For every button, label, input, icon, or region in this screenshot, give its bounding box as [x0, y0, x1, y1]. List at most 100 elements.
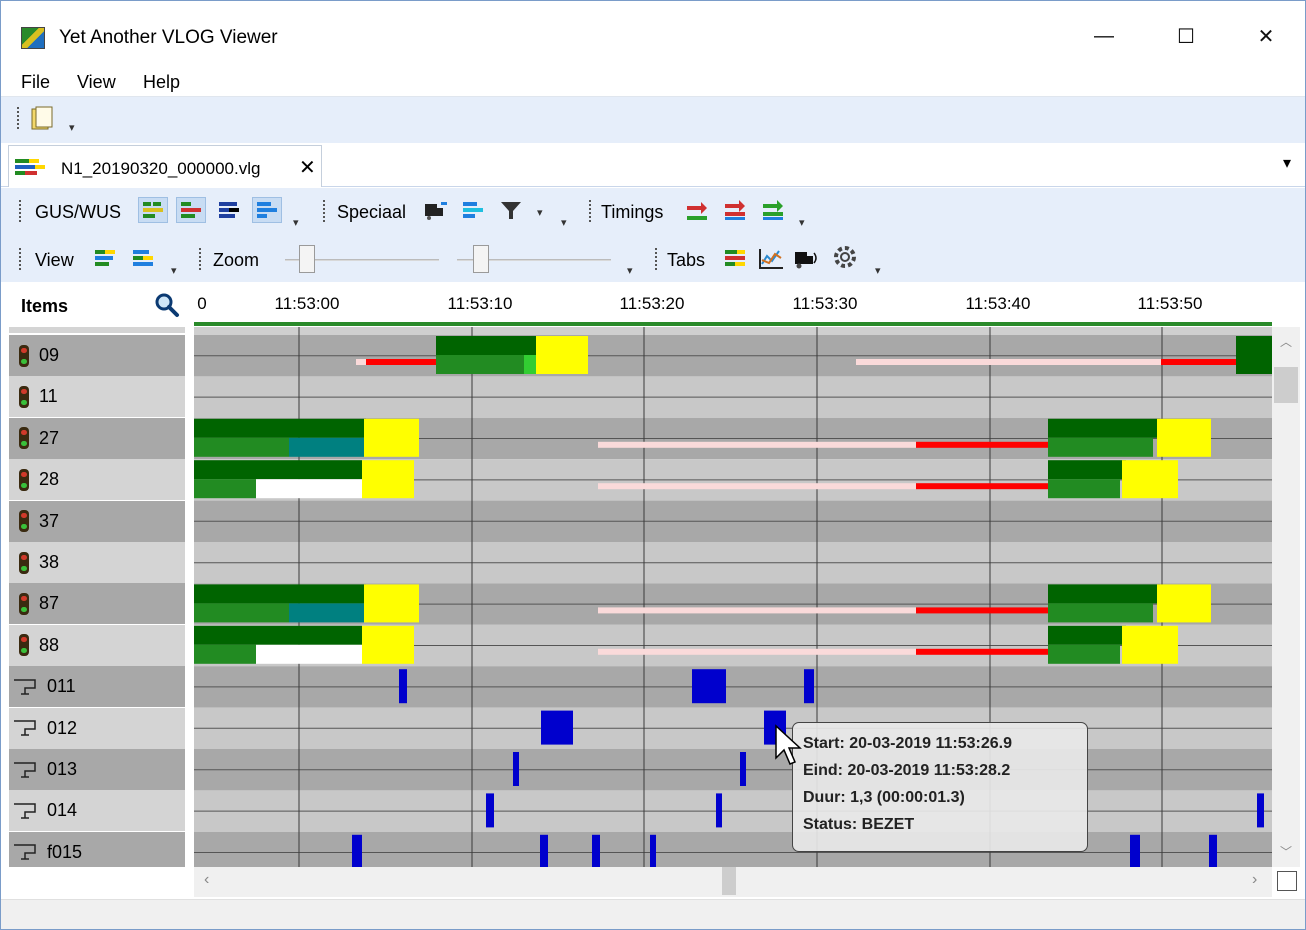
toolbar-grip[interactable] [17, 107, 21, 129]
view-bars-icon[interactable] [91, 246, 119, 270]
horizontal-scroll-thumb[interactable] [722, 867, 736, 895]
timing-red-arrow-icon[interactable] [721, 198, 749, 222]
menu-help[interactable]: Help [143, 72, 180, 93]
gus-wus-blue-icon[interactable] [215, 198, 243, 222]
time-tick-label: 11:53:40 [965, 294, 1031, 313]
toolbar-grip[interactable] [199, 248, 203, 270]
toolbar-grip[interactable] [19, 200, 23, 222]
traffic-light-icon [19, 344, 29, 367]
teal-phase-bar [289, 437, 364, 457]
scroll-right-icon[interactable]: › [1252, 871, 1257, 889]
timing-green-arrow-icon[interactable] [683, 198, 711, 222]
toolbar-grip[interactable] [323, 200, 327, 222]
group-label-zoom: Zoom [213, 250, 260, 270]
detector-pulse [540, 834, 548, 867]
item-row-partial [9, 327, 185, 333]
chevron-down-icon[interactable]: ▾ [875, 264, 881, 277]
detector-pulse [1209, 834, 1217, 867]
gus-wus-detail-icon[interactable] [252, 197, 282, 223]
detector-icon [13, 761, 37, 779]
red-interval-bar [916, 441, 1048, 448]
vertical-scroll-thumb[interactable] [1274, 367, 1298, 403]
item-row-label: 014 [47, 800, 78, 821]
minimize-button[interactable]: — [1081, 15, 1127, 57]
detector-pulse [541, 710, 573, 745]
chevron-down-icon[interactable]: ▾ [561, 216, 567, 229]
settings-gear-icon[interactable] [831, 244, 859, 268]
event-tooltip: Start: 20-03-2019 11:53:26.9 Eind: 20-03… [792, 722, 1088, 852]
scroll-left-icon[interactable]: ‹ [204, 871, 209, 889]
item-row-09[interactable]: 09 [9, 335, 185, 376]
zoom-slider-thumb[interactable] [299, 245, 315, 273]
item-row-27[interactable]: 27 [9, 417, 185, 459]
tab-close-icon[interactable]: ✕ [299, 155, 316, 180]
document-tab[interactable]: N1_20190320_000000.vlg ✕ [8, 145, 322, 187]
item-row-label: 38 [39, 552, 60, 572]
item-row-014[interactable]: 014 [9, 790, 185, 832]
traffic-light-icon [19, 592, 29, 615]
chevron-down-icon[interactable]: ▾ [627, 264, 633, 277]
gus-wus-view-icon[interactable] [138, 197, 168, 223]
scroll-up-icon[interactable]: ︿ [1280, 333, 1292, 350]
special-bars-icon[interactable] [459, 198, 487, 222]
maximize-button[interactable]: ☐ [1163, 15, 1209, 57]
time-tick-label: 11:53:10 [447, 294, 513, 313]
detector-pulse [352, 834, 362, 867]
item-row-012[interactable]: 012 [9, 707, 185, 749]
time-axis-header: 0 11:53:00 11:53:10 11:53:20 11:53:30 11:53:4… [194, 283, 1272, 327]
item-row-label: 013 [47, 759, 78, 779]
menu-file[interactable]: File [21, 72, 50, 93]
detector-pulse [1130, 834, 1140, 867]
filter-icon[interactable] [497, 198, 525, 222]
tab-priority-icon[interactable] [793, 246, 821, 270]
zoom-y-slider-thumb[interactable] [473, 245, 489, 273]
item-row-28[interactable]: 28 [9, 459, 185, 501]
toolbar-overflow-icon[interactable]: ▾ [69, 121, 75, 134]
main-toolbar: ▾ [1, 97, 1305, 143]
app-icon [21, 27, 45, 49]
new-document-icon[interactable] [29, 105, 55, 133]
vertical-scrollbar[interactable]: ︿ ﹀ [1272, 327, 1300, 867]
filter-dropdown-icon[interactable]: ▾ [537, 206, 543, 219]
time-tick-label: 11:53:50 [1137, 294, 1203, 313]
item-row-88[interactable]: 88 [9, 624, 185, 666]
menu-view[interactable]: View [77, 72, 116, 93]
menu-bar: File View Help [1, 65, 1305, 97]
chevron-down-icon[interactable]: ▾ [171, 264, 177, 277]
tab-overflow-icon[interactable]: ▾ [1283, 153, 1291, 173]
toolbar-grip[interactable] [19, 248, 23, 270]
view-bars-alt-icon[interactable] [129, 246, 157, 270]
tab-timeline-icon[interactable] [721, 246, 749, 270]
chevron-down-icon[interactable]: ▾ [293, 216, 299, 229]
search-icon[interactable] [153, 291, 181, 319]
timing-multi-arrow-icon[interactable] [759, 198, 787, 222]
item-row-38[interactable]: 38 [9, 542, 185, 583]
item-row-label: 27 [39, 427, 60, 448]
toolbar-grip[interactable] [589, 200, 593, 222]
item-row-011[interactable]: 011 [9, 666, 185, 708]
scroll-down-icon[interactable]: ﹀ [1280, 843, 1292, 860]
toolbar-grip[interactable] [655, 248, 659, 270]
detector-pulse [650, 834, 656, 867]
document-tab-label: N1_20190320_000000.vlg [61, 159, 261, 178]
truck-priority-icon[interactable] [421, 198, 449, 222]
group-label-speciaal: Speciaal [337, 202, 407, 222]
time-tick-label: 0 [197, 294, 207, 313]
tab-graph-icon[interactable] [757, 246, 785, 270]
chevron-down-icon[interactable]: ▾ [799, 216, 805, 229]
item-row-f015[interactable]: f015 [9, 831, 185, 867]
close-button[interactable]: ✕ [1243, 15, 1289, 57]
green-phase-bar [1048, 460, 1126, 480]
green-phase-bar [194, 437, 289, 457]
traffic-light-icon [19, 510, 29, 533]
items-header: Items [9, 283, 187, 327]
window-title: Yet Another VLOG Viewer [59, 27, 278, 48]
item-row-013[interactable]: 013 [9, 749, 185, 790]
gus-wus-compact-icon[interactable] [176, 197, 206, 223]
item-row-37[interactable]: 37 [9, 500, 185, 542]
item-row-11[interactable]: 11 [9, 376, 185, 418]
timeline-plot[interactable] [194, 327, 1272, 867]
item-row-87[interactable]: 87 [9, 583, 185, 625]
detector-icon [13, 802, 37, 820]
horizontal-scrollbar[interactable]: ‹ › [194, 867, 1272, 897]
